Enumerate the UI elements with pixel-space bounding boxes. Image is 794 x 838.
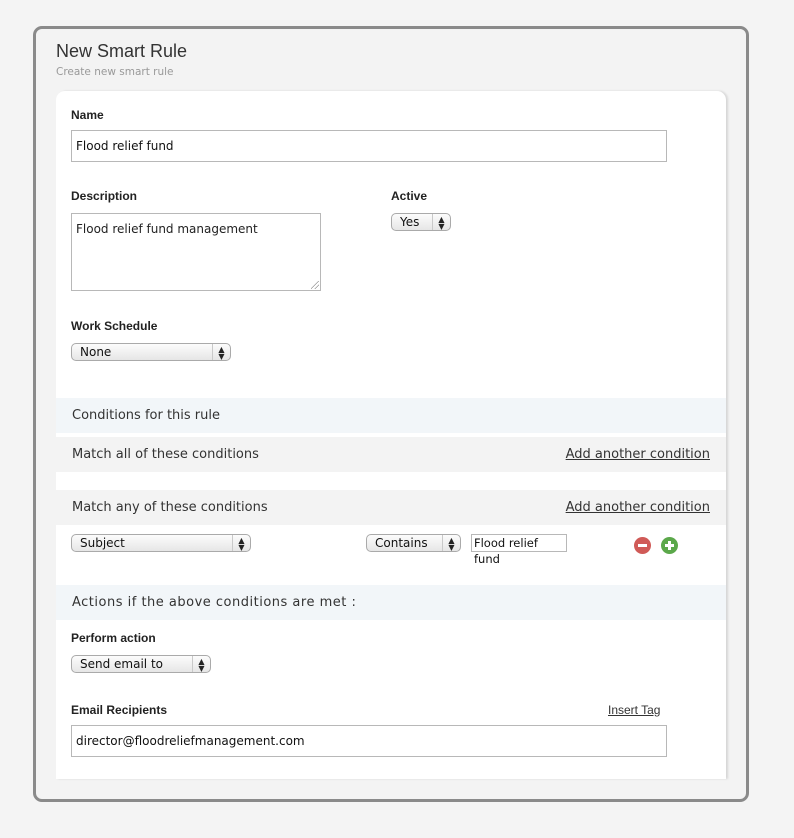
perform-action-select[interactable]: Send email to ▲ ▼: [71, 655, 211, 673]
name-label: Name: [71, 108, 104, 122]
description-label: Description: [71, 189, 138, 203]
work-schedule-select[interactable]: None ▲ ▼: [71, 343, 231, 361]
match-all-label: Match all of these conditions: [72, 447, 259, 462]
condition-operator-value: Contains: [375, 536, 428, 550]
email-recipients-label: Email Recipients: [71, 703, 168, 717]
perform-action-value: Send email to: [80, 657, 163, 671]
condition-value-input[interactable]: Flood relief fund: [471, 534, 567, 566]
actions-section-header: Actions if the above conditions are met …: [56, 585, 726, 620]
actions-section-title: Actions if the above conditions are met …: [72, 595, 357, 610]
select-arrows-icon: ▲ ▼: [192, 656, 210, 673]
match-any-label: Match any of these conditions: [72, 500, 268, 515]
name-input[interactable]: Flood relief fund: [71, 130, 667, 162]
add-condition-all-link[interactable]: Add another condition: [566, 437, 710, 472]
page-title: New Smart Rule: [56, 41, 188, 61]
condition-field-select[interactable]: Subject ▲ ▼: [71, 534, 251, 552]
select-arrows-icon: ▲ ▼: [442, 535, 460, 552]
page-subtitle: Create new smart rule: [56, 66, 174, 78]
perform-action-label: Perform action: [71, 631, 156, 645]
add-condition-any-link[interactable]: Add another condition: [566, 490, 710, 525]
condition-operator-select[interactable]: Contains ▲ ▼: [366, 534, 461, 552]
active-select[interactable]: Yes ▲ ▼: [391, 213, 451, 231]
match-all-row: Match all of these conditions Add anothe…: [56, 437, 726, 472]
condition-field-value: Subject: [80, 536, 125, 550]
conditions-section-header: Conditions for this rule: [56, 398, 726, 433]
active-label: Active: [391, 189, 428, 203]
minus-circle-icon[interactable]: [634, 537, 651, 554]
rule-form-card: Name Flood relief fund Description Flood…: [56, 91, 726, 779]
description-textarea[interactable]: Flood relief fund management: [71, 213, 321, 291]
description-value: Flood relief fund management: [76, 222, 258, 236]
match-any-row: Match any of these conditions Add anothe…: [56, 490, 726, 525]
work-schedule-label: Work Schedule: [71, 319, 158, 333]
condition-value: Flood relief fund: [474, 536, 538, 566]
select-arrows-icon: ▲ ▼: [212, 344, 230, 361]
name-input-value: Flood relief fund: [76, 139, 174, 153]
active-select-value: Yes: [400, 215, 420, 229]
email-recipients-input[interactable]: director@floodreliefmanagement.com: [71, 725, 667, 757]
work-schedule-select-value: None: [80, 345, 112, 359]
plus-circle-icon[interactable]: [661, 537, 678, 554]
email-recipients-value: director@floodreliefmanagement.com: [76, 734, 305, 748]
insert-tag-link[interactable]: Insert Tag: [608, 703, 660, 717]
select-arrows-icon: ▲ ▼: [232, 535, 250, 552]
select-arrows-icon: ▲ ▼: [432, 214, 450, 231]
conditions-section-title: Conditions for this rule: [72, 408, 220, 423]
resize-handle-icon[interactable]: [311, 281, 319, 289]
